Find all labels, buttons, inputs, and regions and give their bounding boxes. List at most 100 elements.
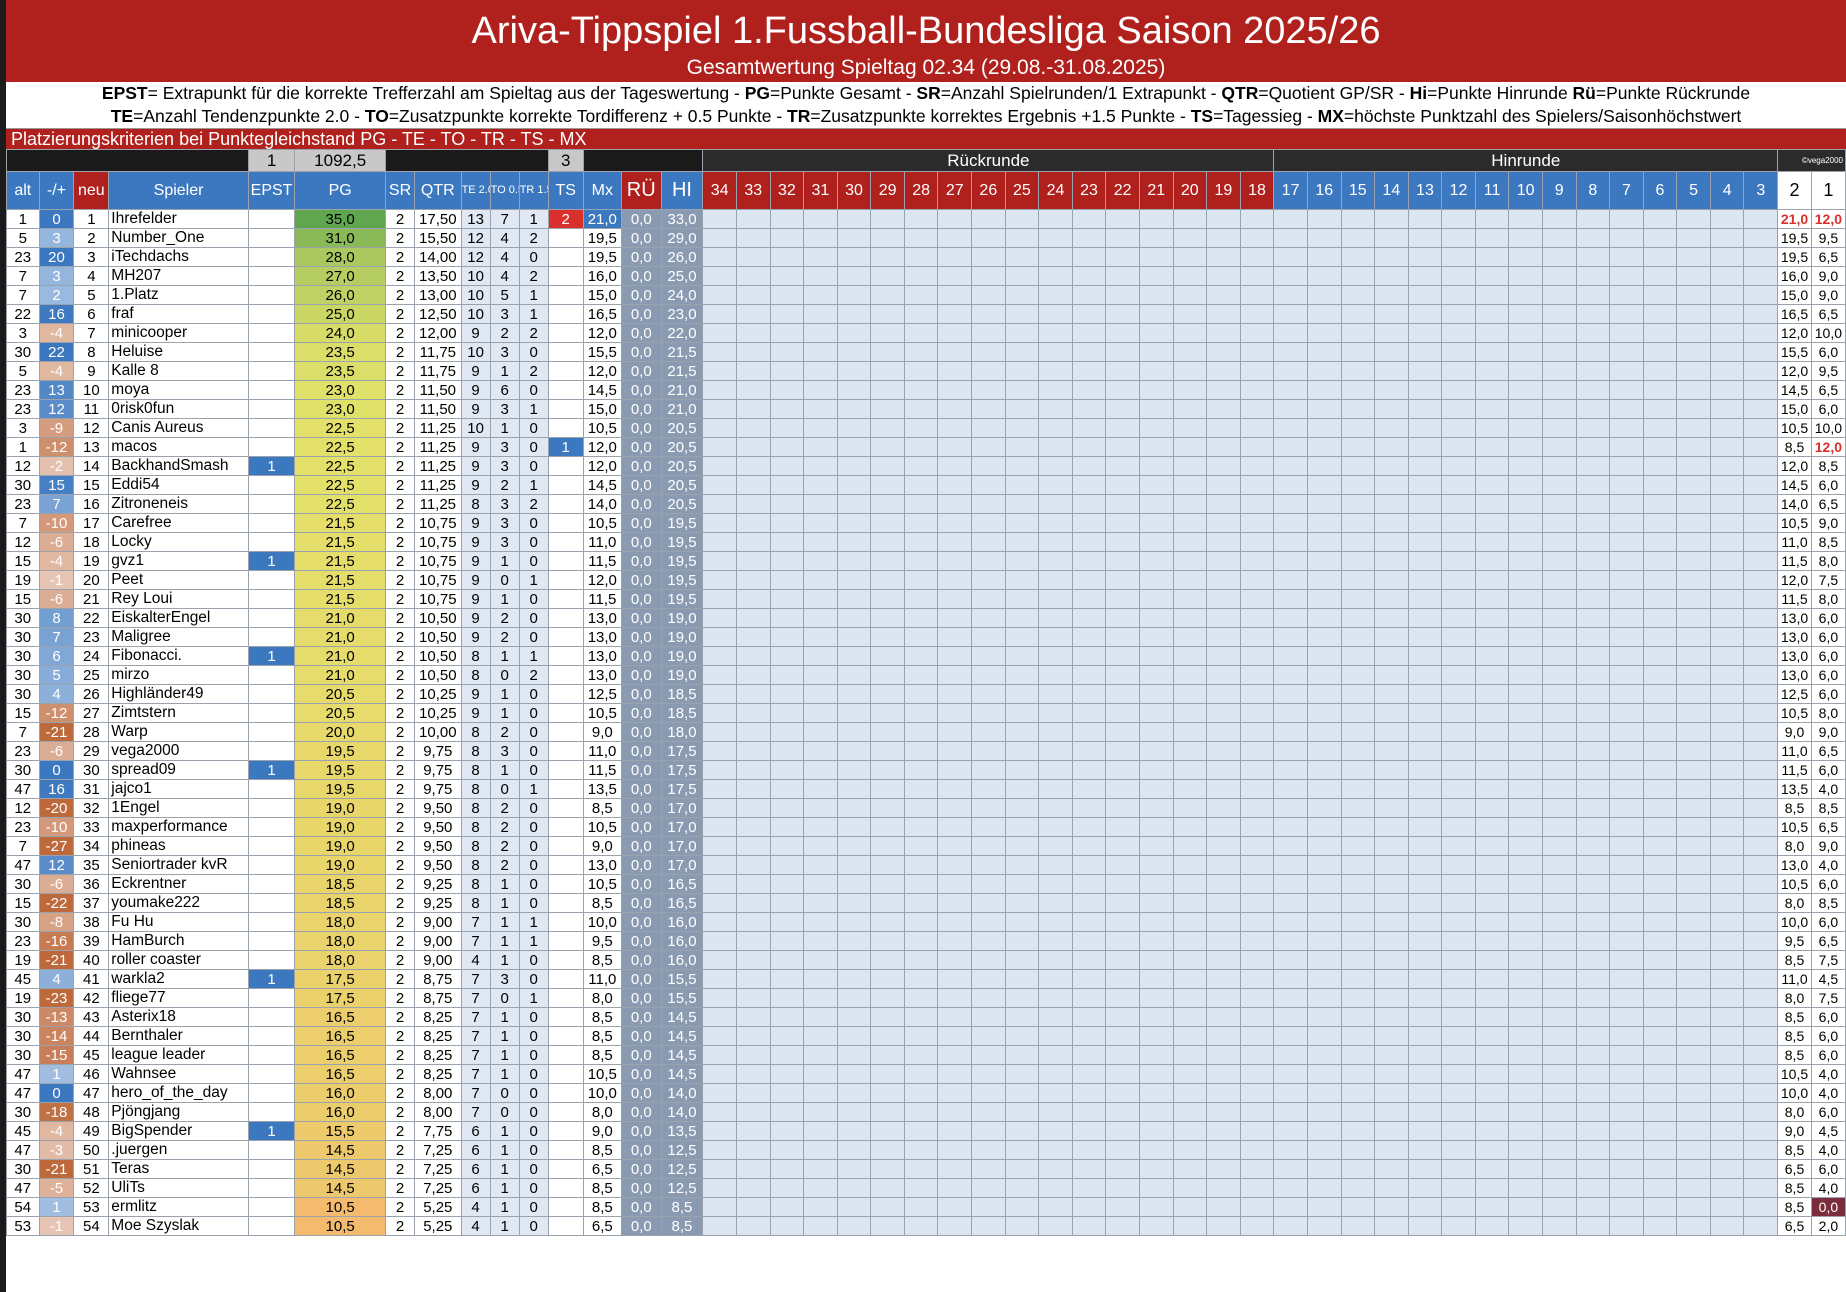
round-cell-empty[interactable]: [1004, 380, 1040, 400]
cell-to[interactable]: 4: [489, 266, 520, 286]
cell-player-name[interactable]: Locky: [108, 532, 249, 552]
round-cell-empty[interactable]: [1138, 551, 1174, 571]
cell-alt[interactable]: 19: [6, 570, 40, 590]
cell-sr[interactable]: 2: [384, 361, 416, 381]
round-cell-empty[interactable]: [1642, 1140, 1678, 1160]
round-cell-empty[interactable]: [769, 570, 805, 590]
round-2-score[interactable]: 10,5: [1777, 513, 1812, 533]
col-header-mx[interactable]: Mx: [582, 171, 622, 210]
round-cell-empty[interactable]: [1441, 684, 1476, 704]
cell-mx[interactable]: 11,0: [582, 532, 622, 552]
cell-sr[interactable]: 2: [384, 988, 416, 1008]
round-cell-empty[interactable]: [1609, 399, 1644, 419]
cell-to[interactable]: 4: [489, 228, 520, 248]
round-cell-empty[interactable]: [870, 456, 905, 476]
round-cell-empty[interactable]: [1239, 1064, 1275, 1084]
cell-alt[interactable]: 47: [6, 1140, 40, 1160]
round-1-score[interactable]: 4,0: [1810, 1140, 1846, 1160]
round-cell-empty[interactable]: [1541, 1159, 1577, 1179]
cell-to[interactable]: 0: [489, 1083, 520, 1103]
round-cell-empty[interactable]: [769, 342, 805, 362]
round-cell-empty[interactable]: [1273, 570, 1308, 590]
round-cell-empty[interactable]: [1676, 817, 1711, 837]
round-2-score[interactable]: 8,5: [1777, 1026, 1812, 1046]
cell-ts[interactable]: [547, 912, 584, 932]
round-cell-empty[interactable]: [1172, 1083, 1208, 1103]
cell-pg[interactable]: 22,5: [294, 494, 386, 514]
round-cell-empty[interactable]: [1071, 1102, 1107, 1122]
cell-qtr[interactable]: 5,25: [414, 1197, 462, 1217]
round-cell-empty[interactable]: [1105, 570, 1140, 590]
cell-sr[interactable]: 2: [384, 1178, 416, 1198]
cell-rueckrunde[interactable]: 0,0: [620, 760, 662, 780]
round-cell-empty[interactable]: [1306, 475, 1342, 495]
round-cell-empty[interactable]: [903, 475, 939, 495]
round-cell-empty[interactable]: [1407, 456, 1443, 476]
round-cell-empty[interactable]: [1474, 1007, 1510, 1027]
cell-rueckrunde[interactable]: 0,0: [620, 855, 662, 875]
round-cell-empty[interactable]: [971, 760, 1006, 780]
cell-alt[interactable]: 30: [6, 912, 40, 932]
cell-epst[interactable]: [247, 247, 296, 267]
round-cell-empty[interactable]: [1038, 779, 1073, 799]
cell-to[interactable]: 7: [489, 209, 520, 229]
round-cell-empty[interactable]: [1709, 931, 1745, 951]
cell-alt[interactable]: 30: [6, 1045, 40, 1065]
round-cell-empty[interactable]: [769, 1140, 805, 1160]
round-cell-empty[interactable]: [1642, 285, 1678, 305]
cell-sr[interactable]: 2: [384, 380, 416, 400]
round-cell-empty[interactable]: [1642, 228, 1678, 248]
cell-rueckrunde[interactable]: 0,0: [620, 418, 662, 438]
cell-rueckrunde[interactable]: 0,0: [620, 988, 662, 1008]
round-cell-empty[interactable]: [870, 513, 905, 533]
round-cell-empty[interactable]: [1508, 969, 1543, 989]
round-1-score[interactable]: 9,0: [1810, 285, 1846, 305]
cell-tr[interactable]: 0: [518, 1007, 549, 1027]
round-cell-empty[interactable]: [1239, 912, 1275, 932]
round-1-score[interactable]: 9,5: [1810, 361, 1846, 381]
cell-rueckrunde[interactable]: 0,0: [620, 494, 662, 514]
col-header-neu[interactable]: neu: [73, 171, 110, 210]
round-cell-empty[interactable]: [937, 589, 973, 609]
cell-sr[interactable]: 2: [384, 1121, 416, 1141]
cell-alt[interactable]: 30: [6, 1007, 40, 1027]
round-cell-empty[interactable]: [803, 608, 838, 628]
round-cell-empty[interactable]: [836, 304, 872, 324]
round-cell-empty[interactable]: [1407, 1197, 1443, 1217]
round-cell-empty[interactable]: [1172, 285, 1208, 305]
cell-sr[interactable]: 2: [384, 1216, 416, 1236]
round-cell-empty[interactable]: [1407, 855, 1443, 875]
round-cell-empty[interactable]: [1609, 969, 1644, 989]
round-cell-empty[interactable]: [702, 1159, 737, 1179]
round-cell-empty[interactable]: [702, 969, 737, 989]
round-cell-empty[interactable]: [1374, 285, 1409, 305]
round-cell-empty[interactable]: [1743, 418, 1779, 438]
round-cell-empty[interactable]: [1642, 665, 1678, 685]
round-cell-empty[interactable]: [1038, 1007, 1073, 1027]
cell-ts[interactable]: [547, 1083, 584, 1103]
round-cell-empty[interactable]: [803, 1159, 838, 1179]
round-cell-empty[interactable]: [1306, 760, 1342, 780]
round-cell-empty[interactable]: [1709, 684, 1745, 704]
round-cell-empty[interactable]: [870, 1102, 905, 1122]
round-cell-empty[interactable]: [1273, 798, 1308, 818]
round-cell-empty[interactable]: [1071, 304, 1107, 324]
round-cell-empty[interactable]: [1239, 285, 1275, 305]
cell-tr[interactable]: 0: [518, 1178, 549, 1198]
round-cell-empty[interactable]: [1105, 1007, 1140, 1027]
round-cell-empty[interactable]: [1172, 1102, 1208, 1122]
round-cell-empty[interactable]: [1038, 1216, 1073, 1236]
round-cell-empty[interactable]: [1172, 931, 1208, 951]
cell-change[interactable]: 4: [38, 684, 75, 704]
round-cell-empty[interactable]: [836, 1045, 872, 1065]
round-cell-empty[interactable]: [1374, 475, 1409, 495]
round-cell-empty[interactable]: [1642, 570, 1678, 590]
round-cell-empty[interactable]: [1441, 855, 1476, 875]
round-cell-empty[interactable]: [1609, 513, 1644, 533]
cell-sr[interactable]: 2: [384, 1197, 416, 1217]
round-cell-empty[interactable]: [836, 988, 872, 1008]
round-cell-empty[interactable]: [1138, 1045, 1174, 1065]
round-cell-empty[interactable]: [1743, 1045, 1779, 1065]
round-cell-empty[interactable]: [1474, 950, 1510, 970]
cell-hinrunde[interactable]: 25,0: [660, 266, 704, 286]
